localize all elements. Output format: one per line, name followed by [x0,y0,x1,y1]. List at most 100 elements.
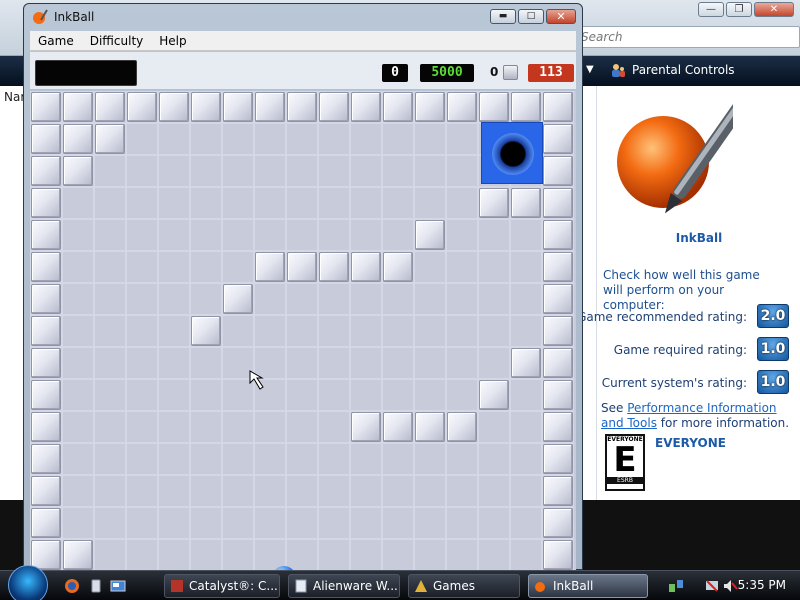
taskbar-button-alienware[interactable]: Alienware W... [288,574,400,598]
board-cell [350,507,382,539]
start-button[interactable] [8,565,48,600]
board-cell [478,443,510,475]
board-cell [62,507,94,539]
wall-block [159,92,189,122]
board-cell [446,187,478,219]
board-cell [350,187,382,219]
esrb-letter: E [613,440,637,480]
network-disconnected-icon[interactable] [704,578,720,594]
board-cell [190,187,222,219]
board-cell [318,155,350,187]
board-cell [190,475,222,507]
board-cell [94,539,126,571]
board-cell [190,155,222,187]
board-cell [190,443,222,475]
inkball-game-art-icon [617,97,733,214]
wall-block [543,348,573,378]
board-cell [478,219,510,251]
pen-cursor-icon [249,370,264,390]
board-cell [62,475,94,507]
wall-block [351,252,381,282]
board-cell [94,315,126,347]
wall-block [63,124,93,154]
rating-badge: 1.0 [757,337,789,361]
menu-help[interactable]: Help [151,31,194,50]
menu-game[interactable]: Game [30,31,82,50]
board-cell [414,123,446,155]
board-cell [222,443,254,475]
board-cell [158,475,190,507]
taskbar-button-inkball[interactable]: InkBall [528,574,648,598]
volume-muted-icon[interactable] [722,578,738,594]
menu-bar: Game Difficulty Help [30,31,576,51]
board-cell [382,283,414,315]
search-input[interactable]: Search [572,26,800,48]
board-cell [62,187,94,219]
taskbar-button-catalyst[interactable]: Catalyst®: C... [164,574,280,598]
minimize-button[interactable]: — [698,2,724,17]
menu-difficulty[interactable]: Difficulty [82,31,152,50]
game-name: InkBall [675,231,723,245]
current-score: 0 [382,64,408,82]
board-cell [254,187,286,219]
wall-block [543,508,573,538]
rating-label: Game required rating: [613,343,747,357]
board-cell [286,507,318,539]
firefox-icon[interactable] [64,578,80,594]
board-cell [446,219,478,251]
board-cell [478,315,510,347]
inkball-icon [535,582,545,592]
wall-block [383,92,413,122]
show-desktop-icon[interactable] [110,578,126,594]
board-cell [382,379,414,411]
wall-block [415,220,445,250]
board-cell [222,475,254,507]
quick-launch-icon[interactable] [88,578,104,594]
esrb-rating-logo[interactable]: EVERYONE E ESRB [605,434,645,491]
gray-ball-icon [503,65,518,80]
board-cell [286,219,318,251]
board-cell [446,347,478,379]
wall-block [543,92,573,122]
minimize-button[interactable]: ▬ [490,9,516,24]
board-cell [62,219,94,251]
wall-block [191,92,221,122]
wall-block [319,252,349,282]
maximize-button[interactable]: ❐ [726,2,752,17]
wall-block [31,444,61,474]
board-cell [190,123,222,155]
chevron-down-icon[interactable]: ▼ [586,64,594,75]
close-button[interactable]: ✕ [546,9,576,24]
board-cell [94,379,126,411]
clock[interactable]: 5:35 PM [738,578,786,592]
parental-controls-button[interactable]: Parental Controls [610,62,735,78]
board-cell [510,411,542,443]
taskbar-button-games[interactable]: Games [408,574,520,598]
inkball-window: InkBall ▬ □ ✕ Game Difficulty Help 0 500… [23,3,583,571]
game-board[interactable] [30,91,576,571]
board-cell [254,411,286,443]
board-cell [254,123,286,155]
board-cell [286,155,318,187]
network-icon[interactable] [668,578,684,594]
board-cell [94,251,126,283]
maximize-button[interactable]: □ [518,9,544,24]
board-cell [350,443,382,475]
close-button[interactable]: ✕ [754,2,794,17]
board-cell [510,539,542,571]
board-cell [286,283,318,315]
board-cell [446,251,478,283]
game-details-pane: InkBall Check how well this game will pe… [577,86,800,500]
wall-block [223,284,253,314]
board-cell [478,539,510,571]
board-cell [158,379,190,411]
wall-block [31,316,61,346]
board-cell [158,187,190,219]
wall-block [351,92,381,122]
rating-label: Game recommended rating: [577,310,747,324]
board-cell [190,283,222,315]
system-tray: 5:35 PM [660,571,800,600]
board-cell [318,187,350,219]
board-cell [446,315,478,347]
board-cell [254,219,286,251]
